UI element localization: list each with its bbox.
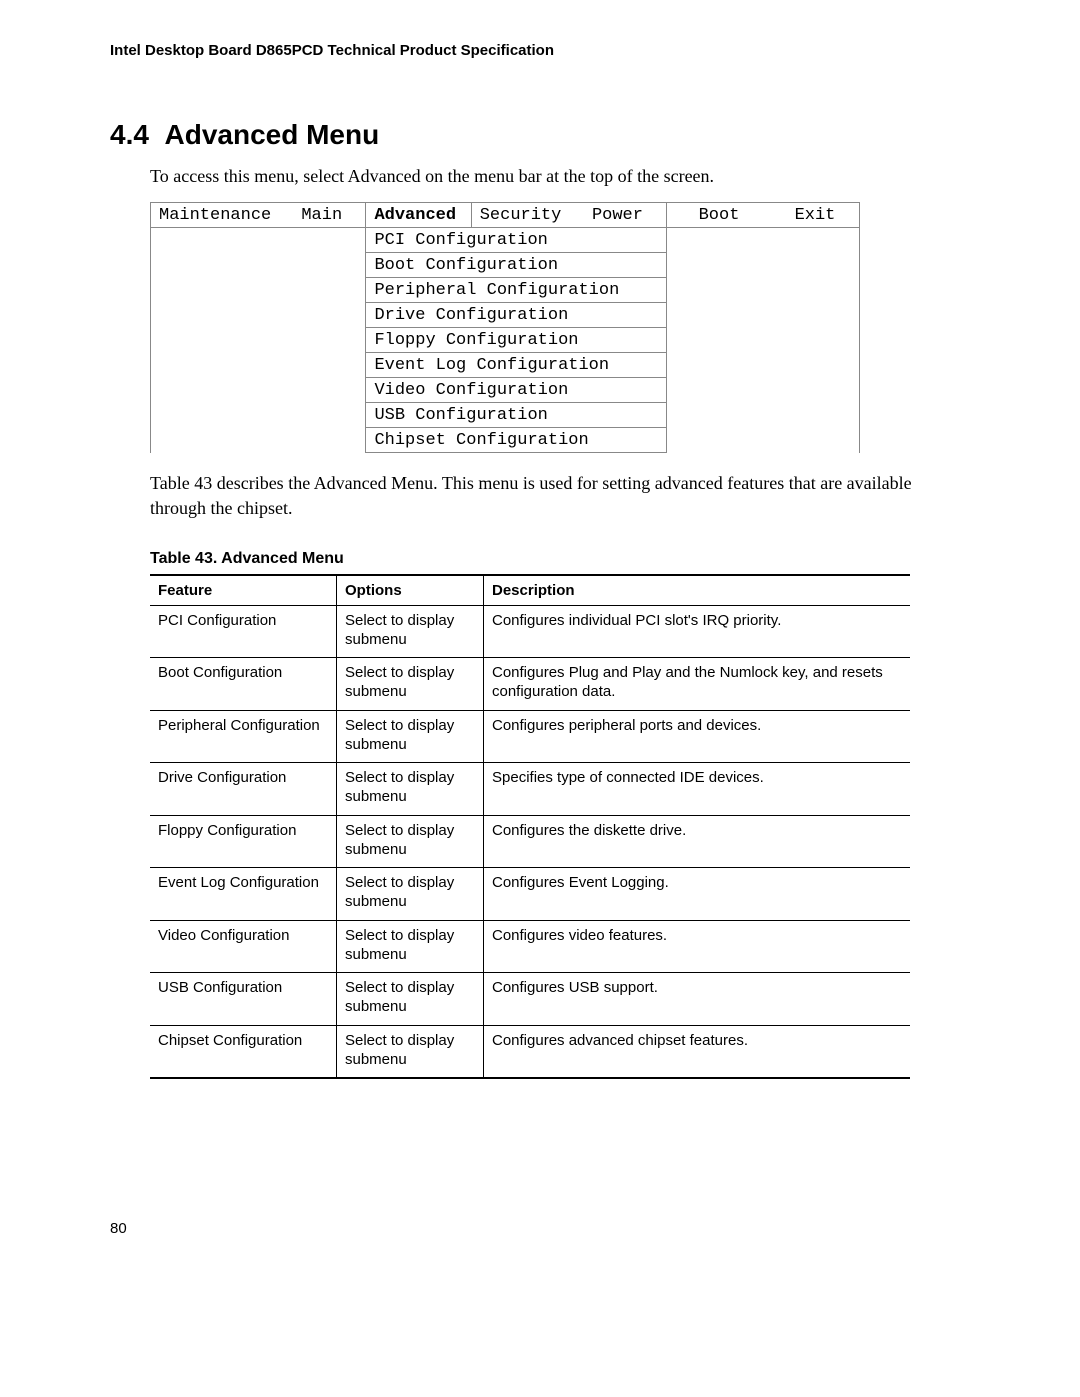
cell-options: Select to display submenu (337, 710, 484, 763)
section-heading: 4.4 Advanced Menu (110, 119, 970, 151)
feature-table: Feature Options Description PCI Configur… (150, 574, 910, 1080)
cell-feature: USB Configuration (150, 973, 337, 1026)
cell-options: Select to display submenu (337, 1025, 484, 1078)
cell-feature: Event Log Configuration (150, 868, 337, 921)
cell-feature: Drive Configuration (150, 763, 337, 816)
cell-description: Configures individual PCI slot's IRQ pri… (484, 605, 911, 658)
table-row: Chipset ConfigurationSelect to display s… (150, 1025, 910, 1078)
submenu-item: Floppy Configuration (366, 328, 667, 353)
cell-feature: Video Configuration (150, 920, 337, 973)
table-row: Boot ConfigurationSelect to display subm… (150, 658, 910, 711)
table-caption: Table 43. Advanced Menu (150, 550, 970, 568)
cell-description: Configures Plug and Play and the Numlock… (484, 658, 911, 711)
feature-table-header: Feature Options Description (150, 575, 910, 606)
submenu-item: USB Configuration (366, 403, 667, 428)
submenu-item: PCI Configuration (366, 228, 667, 253)
submenu-item: Video Configuration (366, 378, 667, 403)
menu-power: Power (584, 203, 667, 228)
menu-exit: Exit (771, 203, 860, 228)
table-row: PCI ConfigurationSelect to display subme… (150, 605, 910, 658)
table-row: Video ConfigurationSelect to display sub… (150, 920, 910, 973)
page-number: 80 (110, 1220, 127, 1237)
cell-options: Select to display submenu (337, 605, 484, 658)
cell-description: Configures USB support. (484, 973, 911, 1026)
cell-description: Configures the diskette drive. (484, 815, 911, 868)
table-row: Event Log ConfigurationSelect to display… (150, 868, 910, 921)
menu-boot: Boot (667, 203, 771, 228)
cell-feature: Floppy Configuration (150, 815, 337, 868)
menu-advanced: Advanced (366, 203, 471, 228)
submenu-item: Boot Configuration (366, 253, 667, 278)
th-description: Description (484, 575, 911, 606)
cell-options: Select to display submenu (337, 815, 484, 868)
cell-feature: Peripheral Configuration (150, 710, 337, 763)
submenu-item: Drive Configuration (366, 303, 667, 328)
cell-description: Configures video features. (484, 920, 911, 973)
section-number: 4.4 (110, 119, 149, 150)
running-header: Intel Desktop Board D865PCD Technical Pr… (110, 42, 970, 59)
cell-options: Select to display submenu (337, 658, 484, 711)
table-row: Floppy ConfigurationSelect to display su… (150, 815, 910, 868)
cell-feature: PCI Configuration (150, 605, 337, 658)
table-row: Peripheral ConfigurationSelect to displa… (150, 710, 910, 763)
submenu-item: Event Log Configuration (366, 353, 667, 378)
section-title: Advanced Menu (165, 119, 380, 150)
intro-text: To access this menu, select Advanced on … (150, 165, 970, 188)
menu-bar-row: Maintenance Main Advanced Security Power… (151, 203, 860, 228)
menu-maintenance: Maintenance (151, 203, 294, 228)
cell-options: Select to display submenu (337, 973, 484, 1026)
th-options: Options (337, 575, 484, 606)
bios-menu-table: Maintenance Main Advanced Security Power… (150, 202, 860, 453)
cell-description: Specifies type of connected IDE devices. (484, 763, 911, 816)
submenu-item: Peripheral Configuration (366, 278, 667, 303)
table-ref-text: Table 43 describes the Advanced Menu. Th… (150, 471, 970, 520)
table-row: Drive ConfigurationSelect to display sub… (150, 763, 910, 816)
cell-options: Select to display submenu (337, 920, 484, 973)
menu-security: Security (471, 203, 584, 228)
cell-options: Select to display submenu (337, 868, 484, 921)
cell-options: Select to display submenu (337, 763, 484, 816)
cell-description: Configures advanced chipset features. (484, 1025, 911, 1078)
submenu-item: Chipset Configuration (366, 428, 667, 453)
table-row: USB ConfigurationSelect to display subme… (150, 973, 910, 1026)
cell-feature: Chipset Configuration (150, 1025, 337, 1078)
cell-description: Configures Event Logging. (484, 868, 911, 921)
menu-main: Main (293, 203, 366, 228)
cell-description: Configures peripheral ports and devices. (484, 710, 911, 763)
th-feature: Feature (150, 575, 337, 606)
cell-feature: Boot Configuration (150, 658, 337, 711)
